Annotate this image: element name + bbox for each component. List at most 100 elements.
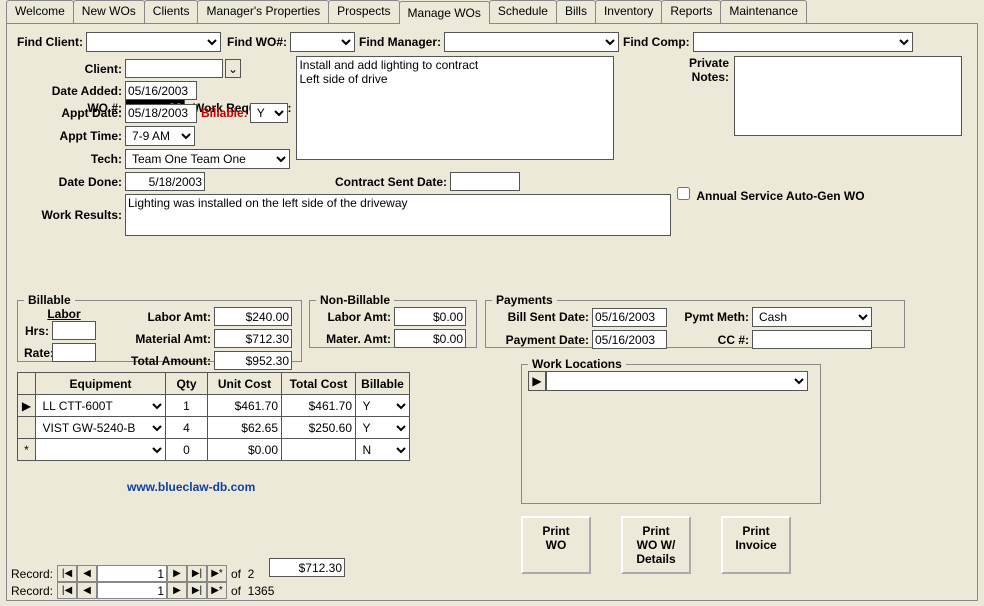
tab-reports[interactable]: Reports [661,0,721,23]
tab-inventory[interactable]: Inventory [595,0,662,23]
eq-col-billable: Billable [356,373,410,395]
tab-maintenance[interactable]: Maintenance [720,0,807,23]
work-location-select[interactable] [546,371,808,391]
total-amount-input[interactable] [214,351,292,370]
eq-name-select[interactable]: VIST GW-5240-B [37,418,165,438]
print-wo-button[interactable]: Print WO [521,516,591,574]
eq-billable-select[interactable]: N [357,440,409,460]
row-selector-new-icon[interactable]: * [18,439,36,461]
billable-select[interactable]: Y [250,103,288,123]
table-row[interactable]: * 0 $0.00 N [18,439,410,461]
eq-qty[interactable]: 4 [166,417,208,439]
nav-last-icon[interactable]: ▶| [187,582,207,599]
tech-select[interactable]: Team One Team One [125,149,290,169]
labor-heading: Labor [24,307,104,321]
find-manager-select[interactable] [444,32,619,52]
tab-clients[interactable]: Clients [144,0,199,23]
annual-service-label: Annual Service Auto-Gen WO [696,189,867,203]
watermark-text: www.blueclaw-db.com [127,480,255,494]
record-navigator-outer: Record: |◀ ◀ ▶ ▶| ▶* of 1365 [11,582,274,599]
work-requested-textarea[interactable]: Install and add lighting to contract Lef… [296,56,614,160]
find-comp-label: Find Comp: [623,35,693,49]
payments-group: Payments Bill Sent Date: Pymt Meth: Cash… [485,300,905,348]
eq-col-qty: Qty [166,373,208,395]
eq-billable-select[interactable]: Y [357,418,409,438]
material-amt-label: Material Amt: [104,332,214,346]
nb-mater-amt-input[interactable] [394,329,466,348]
bill-sent-label: Bill Sent Date: [492,310,592,324]
annual-service-checkbox[interactable] [677,187,690,200]
client-label: Client: [17,62,125,76]
row-selector-icon[interactable] [18,417,36,439]
nav-next-icon[interactable]: ▶ [167,582,187,599]
billable-legend: Billable [24,293,75,307]
find-wo-select[interactable] [290,32,355,52]
hrs-input[interactable] [52,321,96,340]
find-client-select[interactable] [86,32,221,52]
private-notes-label: Private Notes: [677,56,732,136]
table-row[interactable]: VIST GW-5240-B 4 $62.65 $250.60 Y [18,417,410,439]
find-comp-select[interactable] [693,32,913,52]
eq-total-cost[interactable]: $461.70 [282,395,356,417]
eq-unit-cost[interactable]: $461.70 [208,395,282,417]
find-wo-label: Find WO#: [227,35,290,49]
tab-prospects[interactable]: Prospects [328,0,399,23]
print-invoice-button[interactable]: Print Invoice [721,516,791,574]
eq-qty[interactable]: 1 [166,395,208,417]
contract-sent-label: Contract Sent Date: [335,175,450,189]
row-selector-icon[interactable]: ▶ [528,371,546,391]
rate-label: Rate: [24,346,52,360]
bill-sent-input[interactable] [592,308,667,327]
eq-name-select[interactable] [37,440,165,460]
tab-new-wos[interactable]: New WOs [73,0,145,23]
eq-total-cost[interactable]: $250.60 [282,417,356,439]
eq-unit-cost[interactable]: $62.65 [208,417,282,439]
eq-qty[interactable]: 0 [166,439,208,461]
find-client-label: Find Client: [17,35,86,49]
tab-manage-wos[interactable]: Manage WOs [399,1,490,24]
date-added-input[interactable] [125,81,197,100]
nav-new-icon[interactable]: ▶* [207,582,227,599]
work-results-textarea[interactable]: Lighting was installed on the left side … [125,194,671,236]
equipment-grid: Equipment Qty Unit Cost Total Cost Billa… [17,372,410,461]
eq-total-cost[interactable] [282,439,356,461]
row-selector-icon[interactable]: ▶ [18,395,36,417]
nb-labor-amt-input[interactable] [394,307,466,326]
hrs-label: Hrs: [24,324,52,338]
payment-date-input[interactable] [592,330,667,349]
eq-billable-select[interactable]: Y [357,396,409,416]
date-added-label: Date Added: [17,84,125,98]
work-results-label: Work Results: [17,208,125,222]
eq-unit-cost[interactable]: $0.00 [208,439,282,461]
eq-name-select[interactable]: LL CTT-600T [37,396,165,416]
nav-first-icon[interactable]: |◀ [57,582,77,599]
nav-prev-icon[interactable]: ◀ [77,582,97,599]
table-row[interactable]: ▶ LL CTT-600T 1 $461.70 $461.70 Y [18,395,410,417]
tab-bills[interactable]: Bills [556,0,596,23]
cc-input[interactable] [752,330,872,349]
tab-welcome[interactable]: Welcome [6,0,74,23]
eq-col-unit-cost: Unit Cost [208,373,282,395]
tech-label: Tech: [17,152,125,166]
date-done-label: Date Done: [17,175,125,189]
tab-schedule[interactable]: Schedule [489,0,557,23]
non-billable-legend: Non-Billable [316,293,394,307]
pymt-meth-select[interactable]: Cash [752,307,872,327]
contract-sent-input[interactable] [450,172,520,191]
work-locations-legend: Work Locations [528,357,626,371]
appt-time-label: Appt Time: [17,129,125,143]
material-amt-input[interactable] [214,329,292,348]
date-done-input[interactable] [125,172,205,191]
client-input[interactable] [125,59,223,78]
client-lookup-button[interactable]: ⌄ [225,59,241,78]
appt-date-input[interactable] [125,104,197,123]
tab-managers-properties[interactable]: Manager's Properties [197,0,329,23]
record-number-input[interactable] [97,582,167,599]
rate-input[interactable] [52,343,96,362]
labor-amt-input[interactable] [214,307,292,326]
private-notes-textarea[interactable] [734,56,962,136]
record-of-label: of 2 [231,567,254,581]
cc-label: CC #: [667,333,752,347]
print-wo-details-button[interactable]: Print WO W/ Details [621,516,691,574]
appt-time-select[interactable]: 7-9 AM [125,126,195,146]
